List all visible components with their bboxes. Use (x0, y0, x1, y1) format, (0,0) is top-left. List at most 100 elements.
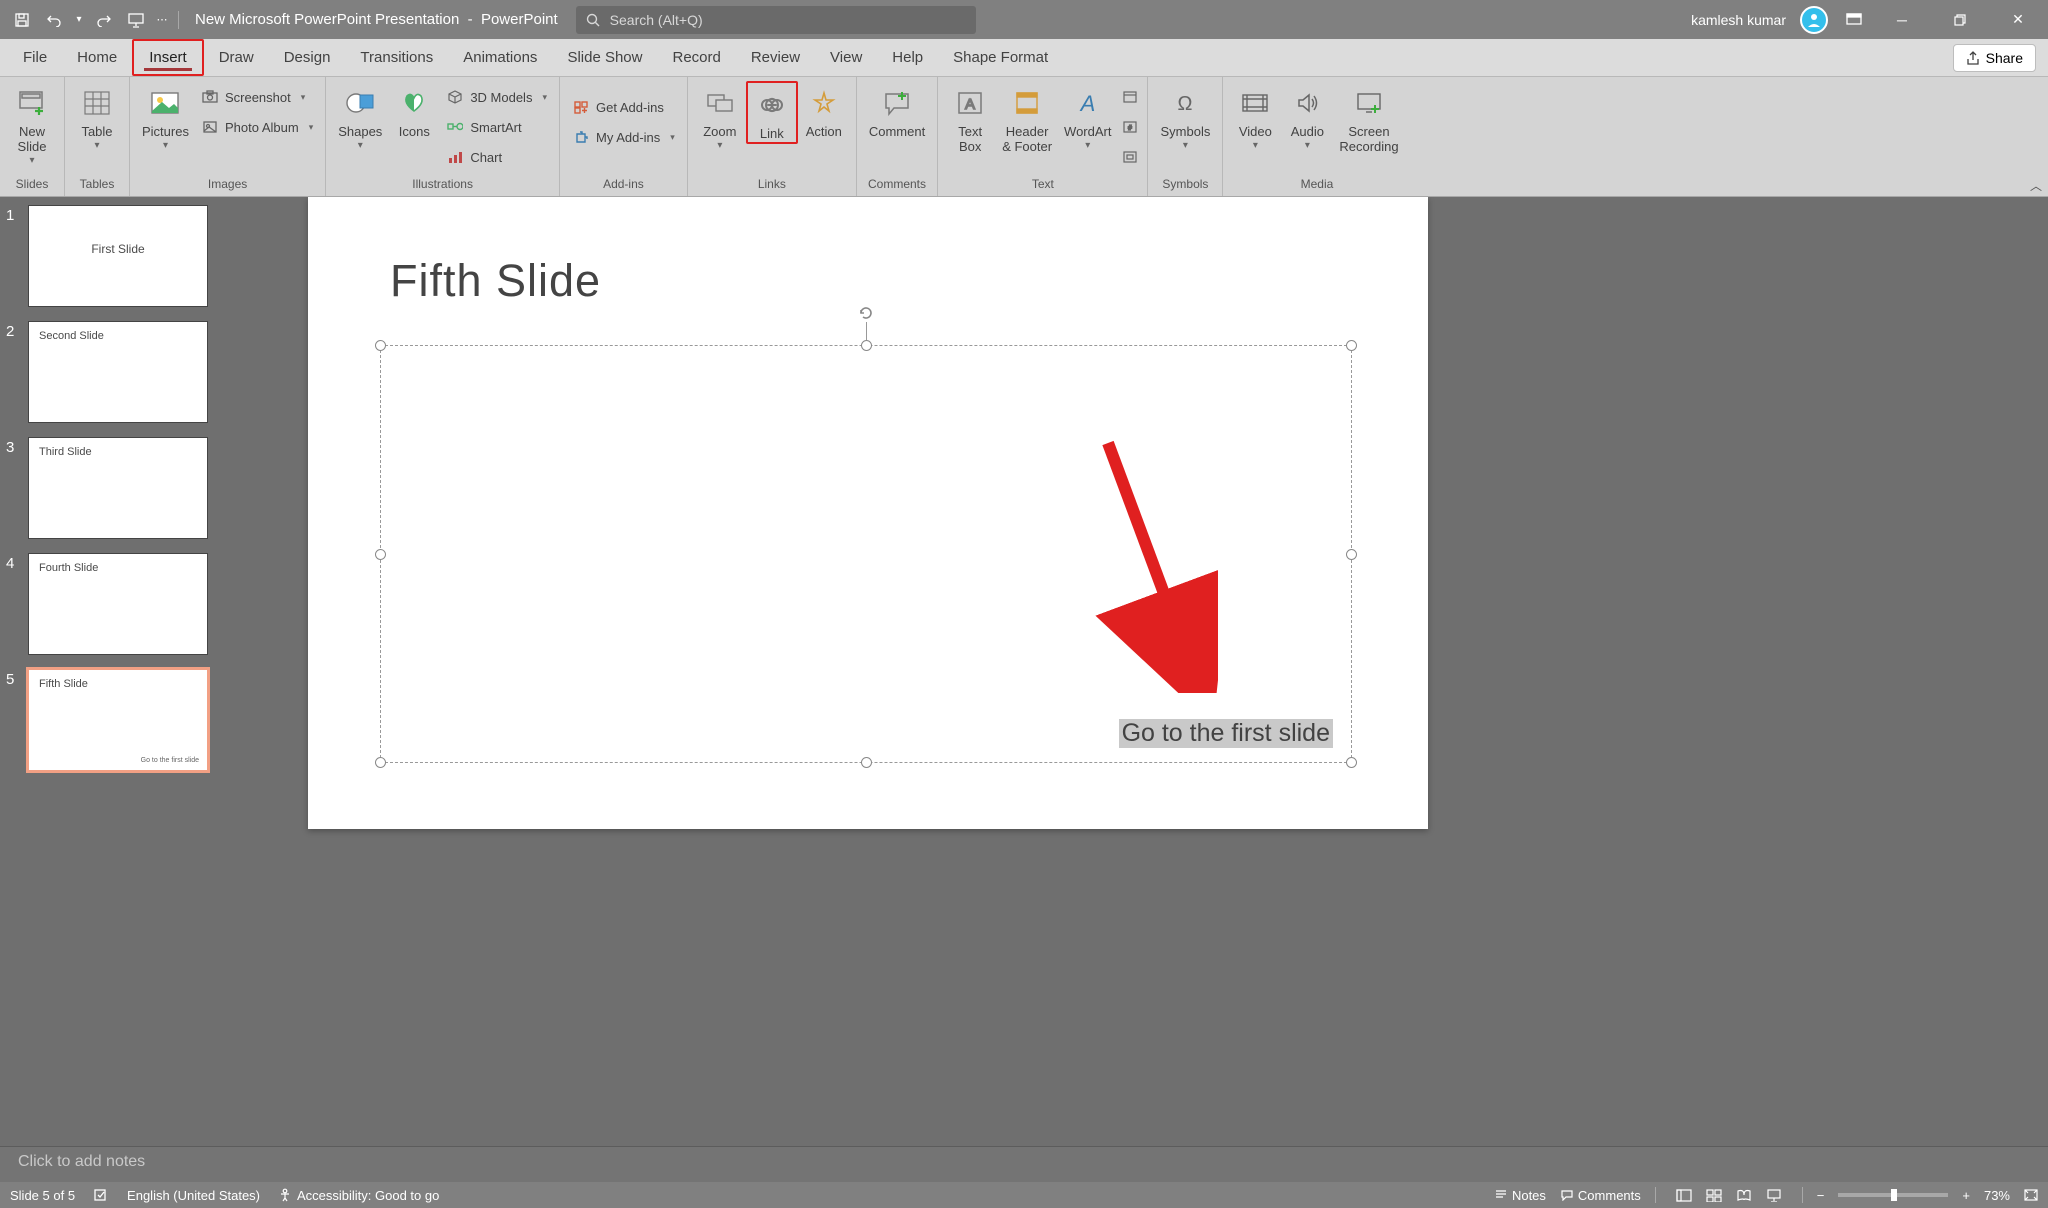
notes-toggle[interactable]: Notes (1494, 1188, 1546, 1203)
screen-recording-button[interactable]: Screen Recording (1333, 81, 1404, 155)
zoom-button[interactable]: Zoom▾ (694, 81, 746, 151)
maximize-button[interactable] (1938, 6, 1982, 34)
tab-animations[interactable]: Animations (448, 39, 552, 76)
status-language[interactable]: English (United States) (127, 1188, 260, 1203)
zoom-in-button[interactable]: + (1962, 1188, 1970, 1203)
qat-overflow-icon[interactable]: ⋯ (154, 6, 170, 34)
action-button[interactable]: Action (798, 81, 850, 140)
close-button[interactable]: ✕ (1996, 6, 2040, 34)
my-addins-button[interactable]: My Add-ins▾ (566, 123, 681, 151)
zoom-level[interactable]: 73% (1984, 1188, 2010, 1203)
spellcheck-icon[interactable] (93, 1188, 109, 1202)
object-button[interactable] (1119, 143, 1141, 171)
zoom-out-button[interactable]: − (1817, 1188, 1825, 1203)
normal-view-button[interactable] (1670, 1185, 1698, 1205)
group-label-addins: Add-ins (566, 177, 681, 194)
status-accessibility[interactable]: Accessibility: Good to go (278, 1188, 439, 1203)
tab-slideshow[interactable]: Slide Show (552, 39, 657, 76)
svg-text:Ω: Ω (1178, 93, 1193, 115)
header-footer-button[interactable]: Header & Footer (996, 81, 1058, 155)
thumbnail-4[interactable]: 4 Fourth Slide (6, 553, 218, 655)
share-icon (1966, 51, 1980, 65)
thumbnail-2[interactable]: 2 Second Slide (6, 321, 218, 423)
slide-number-button[interactable]: # (1119, 113, 1141, 141)
slideshow-view-button[interactable] (1760, 1185, 1788, 1205)
avatar[interactable] (1800, 6, 1828, 34)
share-button[interactable]: Share (1953, 44, 2036, 72)
fit-to-window-button[interactable] (2024, 1189, 2038, 1201)
new-slide-button[interactable]: New Slide▾ (6, 81, 58, 166)
search-input[interactable]: Search (Alt+Q) (576, 6, 976, 34)
tab-review[interactable]: Review (736, 39, 815, 76)
table-button[interactable]: Table▾ (71, 81, 123, 151)
thumbnail-1[interactable]: 1 First Slide (6, 205, 218, 307)
present-icon[interactable] (122, 6, 150, 34)
3d-models-button[interactable]: 3D Models▾ (440, 83, 553, 111)
svg-text:A: A (965, 96, 975, 113)
tab-draw[interactable]: Draw (204, 39, 269, 76)
tab-view[interactable]: View (815, 39, 877, 76)
tab-insert[interactable]: Insert (132, 39, 204, 76)
tab-help[interactable]: Help (877, 39, 938, 76)
redo-icon[interactable] (90, 6, 118, 34)
resize-handle[interactable] (1346, 340, 1357, 351)
selected-link-text[interactable]: Go to the first slide (1119, 719, 1333, 748)
status-slide-count: Slide 5 of 5 (10, 1188, 75, 1203)
shapes-button[interactable]: Shapes▾ (332, 81, 388, 151)
sorter-view-button[interactable] (1700, 1185, 1728, 1205)
date-time-button[interactable] (1119, 83, 1141, 111)
content-textbox[interactable]: Go to the first slide (380, 345, 1352, 763)
symbols-button[interactable]: Ω Symbols▾ (1154, 81, 1216, 151)
user-name: kamlesh kumar (1691, 12, 1786, 28)
ribbon-collapse-icon[interactable]: ︿ (2030, 177, 2042, 194)
tab-record[interactable]: Record (657, 39, 735, 76)
tab-transitions[interactable]: Transitions (345, 39, 448, 76)
slide-canvas[interactable]: Fifth Slide Go to the first slide (308, 197, 1428, 829)
zoom-slider[interactable] (1838, 1193, 1948, 1197)
tab-shapeformat[interactable]: Shape Format (938, 39, 1063, 76)
tab-design[interactable]: Design (269, 39, 346, 76)
notes-pane[interactable]: Click to add notes (0, 1146, 2048, 1182)
video-button[interactable]: Video▾ (1229, 81, 1281, 151)
link-button[interactable]: Link (746, 81, 798, 144)
vertical-scrollbar[interactable] (2030, 197, 2048, 1146)
minimize-button[interactable]: ─ (1880, 6, 1924, 34)
undo-dropdown-icon[interactable]: ▾ (72, 6, 86, 34)
resize-handle[interactable] (375, 340, 386, 351)
resize-handle[interactable] (375, 549, 386, 560)
textbox-button[interactable]: A Text Box (944, 81, 996, 155)
reading-view-button[interactable] (1730, 1185, 1758, 1205)
resize-handle[interactable] (861, 757, 872, 768)
resize-handle[interactable] (375, 757, 386, 768)
tab-file[interactable]: File (8, 39, 62, 76)
thumbnail-5[interactable]: 5 Fifth SlideGo to the first slide (6, 669, 218, 771)
resize-handle[interactable] (1346, 757, 1357, 768)
ribbon-display-icon[interactable] (1842, 8, 1866, 32)
comment-button[interactable]: Comment (863, 81, 931, 140)
photo-album-button[interactable]: Photo Album▾ (195, 113, 319, 141)
chart-button[interactable]: Chart (440, 143, 553, 171)
audio-button[interactable]: Audio▾ (1281, 81, 1333, 151)
slide-thumbnails-pane[interactable]: 1 First Slide 2 Second Slide 3 Third Sli… (0, 197, 230, 1146)
screenshot-button[interactable]: Screenshot▾ (195, 83, 319, 111)
tab-home[interactable]: Home (62, 39, 132, 76)
symbols-icon: Ω (1167, 85, 1203, 121)
smartart-button[interactable]: SmartArt (440, 113, 553, 141)
group-label-media: Media (1229, 177, 1404, 194)
thumbnail-3[interactable]: 3 Third Slide (6, 437, 218, 539)
get-addins-button[interactable]: Get Add-ins (566, 93, 681, 121)
pictures-button[interactable]: Pictures▾ (136, 81, 195, 151)
group-label-tables: Tables (71, 177, 123, 194)
slide-title-text[interactable]: Fifth Slide (390, 255, 601, 307)
resize-handle[interactable] (1346, 549, 1357, 560)
icons-button[interactable]: Icons (388, 81, 440, 140)
slide-editor[interactable]: Fifth Slide Go to the first slide (230, 197, 2048, 1146)
document-title: New Microsoft PowerPoint Presentation - … (195, 11, 558, 28)
save-icon[interactable] (8, 6, 36, 34)
resize-handle[interactable] (861, 340, 872, 351)
rotate-handle-icon[interactable] (857, 304, 875, 322)
comments-toggle[interactable]: Comments (1560, 1188, 1641, 1203)
undo-icon[interactable] (40, 6, 68, 34)
comments-icon (1560, 1189, 1574, 1201)
wordart-button[interactable]: A WordArt▾ (1058, 81, 1117, 151)
